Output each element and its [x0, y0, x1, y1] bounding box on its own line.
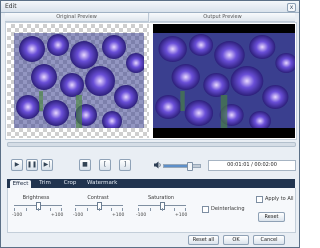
- window-title: Edit: [5, 3, 17, 10]
- contrast-slider[interactable]: [75, 202, 123, 210]
- play-button[interactable]: ▶: [11, 159, 23, 171]
- contrast-label: Contrast: [87, 195, 109, 201]
- volume-slider[interactable]: [163, 162, 201, 171]
- ok-button[interactable]: OK: [223, 235, 249, 245]
- original-preview-canvas: [7, 24, 149, 138]
- deinterlacing-label: Deinterlacing: [211, 206, 245, 212]
- output-preview-canvas: [153, 24, 295, 138]
- next-frame-button[interactable]: ▶|: [41, 159, 53, 171]
- deinterlacing-checkbox[interactable]: [202, 206, 209, 213]
- title-bar: Edit x: [1, 1, 299, 13]
- contrast-ticks: [75, 208, 123, 211]
- seek-bar[interactable]: [7, 142, 296, 147]
- volume-knob[interactable]: [187, 162, 194, 171]
- original-flower-image: [14, 33, 144, 128]
- reset-all-button[interactable]: Reset all: [188, 235, 219, 245]
- output-flower-image: [153, 33, 295, 128]
- close-button[interactable]: x: [287, 3, 296, 12]
- volume-fill: [164, 165, 190, 167]
- saturation-slider[interactable]: [138, 202, 186, 210]
- contrast-min: -100: [73, 213, 84, 218]
- apply-to-all-checkbox[interactable]: [256, 196, 263, 203]
- brightness-min: -100: [12, 213, 23, 218]
- tab-crop[interactable]: Crop: [61, 179, 79, 188]
- tab-watermark[interactable]: Watermark: [87, 179, 117, 188]
- brightness-slider[interactable]: [14, 202, 62, 210]
- cancel-button[interactable]: Cancel: [253, 235, 285, 245]
- speaker-icon[interactable]: [154, 161, 162, 169]
- contrast-max: +100: [112, 213, 125, 218]
- saturation-label: Saturation: [147, 195, 175, 201]
- tab-bar: Effect Trim Crop Watermark: [7, 179, 295, 188]
- mark-in-button[interactable]: [: [99, 159, 111, 171]
- stop-button[interactable]: ■: [79, 159, 91, 171]
- timecode-display: 00:01:01 / 00:02:00: [208, 160, 296, 171]
- preview-area: [5, 22, 297, 140]
- saturation-ticks: [138, 208, 186, 211]
- tab-trim[interactable]: Trim: [37, 179, 53, 188]
- mark-out-button[interactable]: ]: [119, 159, 131, 171]
- brightness-ticks: [14, 208, 62, 211]
- saturation-max: +100: [175, 213, 188, 218]
- effect-panel: Brightness -100 +100 Contrast -100 +100 …: [7, 188, 296, 233]
- tab-effect[interactable]: Effect: [10, 180, 31, 188]
- saturation-min: -100: [136, 213, 147, 218]
- brightness-max: +100: [51, 213, 64, 218]
- apply-to-all-label: Apply to All: [265, 196, 294, 202]
- brightness-label: Brightness: [22, 195, 50, 201]
- output-preview-header: Output Preview: [150, 13, 295, 22]
- original-preview-header: Original Preview: [5, 13, 149, 22]
- edit-window: Edit x Original Preview Output Preview ▶…: [0, 0, 300, 248]
- pause-button[interactable]: ❚❚: [26, 159, 38, 171]
- reset-button[interactable]: Reset: [258, 212, 285, 222]
